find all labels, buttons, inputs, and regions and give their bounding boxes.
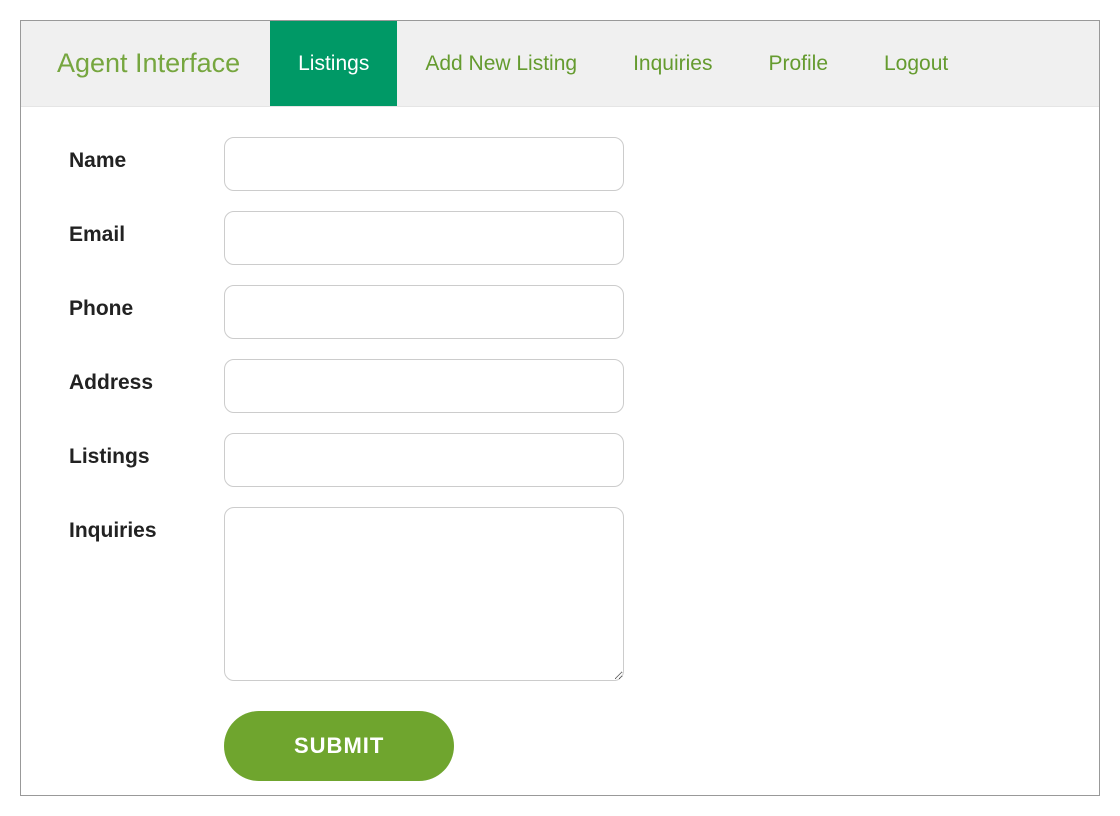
submit-button[interactable]: SUBMIT <box>224 711 454 781</box>
nav-add-new-listing[interactable]: Add New Listing <box>397 21 605 106</box>
nav-logout[interactable]: Logout <box>856 21 976 106</box>
input-listings[interactable] <box>224 433 624 487</box>
brand-title: Agent Interface <box>21 21 270 106</box>
label-listings: Listings <box>69 433 224 469</box>
nav-inquiries[interactable]: Inquiries <box>605 21 740 106</box>
input-address[interactable] <box>224 359 624 413</box>
navbar: Agent Interface Listings Add New Listing… <box>21 21 1099 107</box>
form-row-email: Email <box>69 211 1051 265</box>
form-row-listings: Listings <box>69 433 1051 487</box>
label-name: Name <box>69 137 224 173</box>
textarea-inquiries[interactable] <box>224 507 624 681</box>
input-phone[interactable] <box>224 285 624 339</box>
form-row-phone: Phone <box>69 285 1051 339</box>
nav-profile[interactable]: Profile <box>740 21 856 106</box>
label-email: Email <box>69 211 224 247</box>
nav-listings[interactable]: Listings <box>270 21 397 106</box>
label-address: Address <box>69 359 224 395</box>
label-inquiries: Inquiries <box>69 507 224 543</box>
submit-row: SUBMIT <box>69 711 1051 781</box>
form-row-inquiries: Inquiries <box>69 507 1051 681</box>
input-name[interactable] <box>224 137 624 191</box>
app-window: Agent Interface Listings Add New Listing… <box>20 20 1100 796</box>
form-content: Name Email Phone Address Listings Inquir… <box>21 107 1099 796</box>
label-phone: Phone <box>69 285 224 321</box>
form-row-address: Address <box>69 359 1051 413</box>
input-email[interactable] <box>224 211 624 265</box>
form-row-name: Name <box>69 137 1051 191</box>
